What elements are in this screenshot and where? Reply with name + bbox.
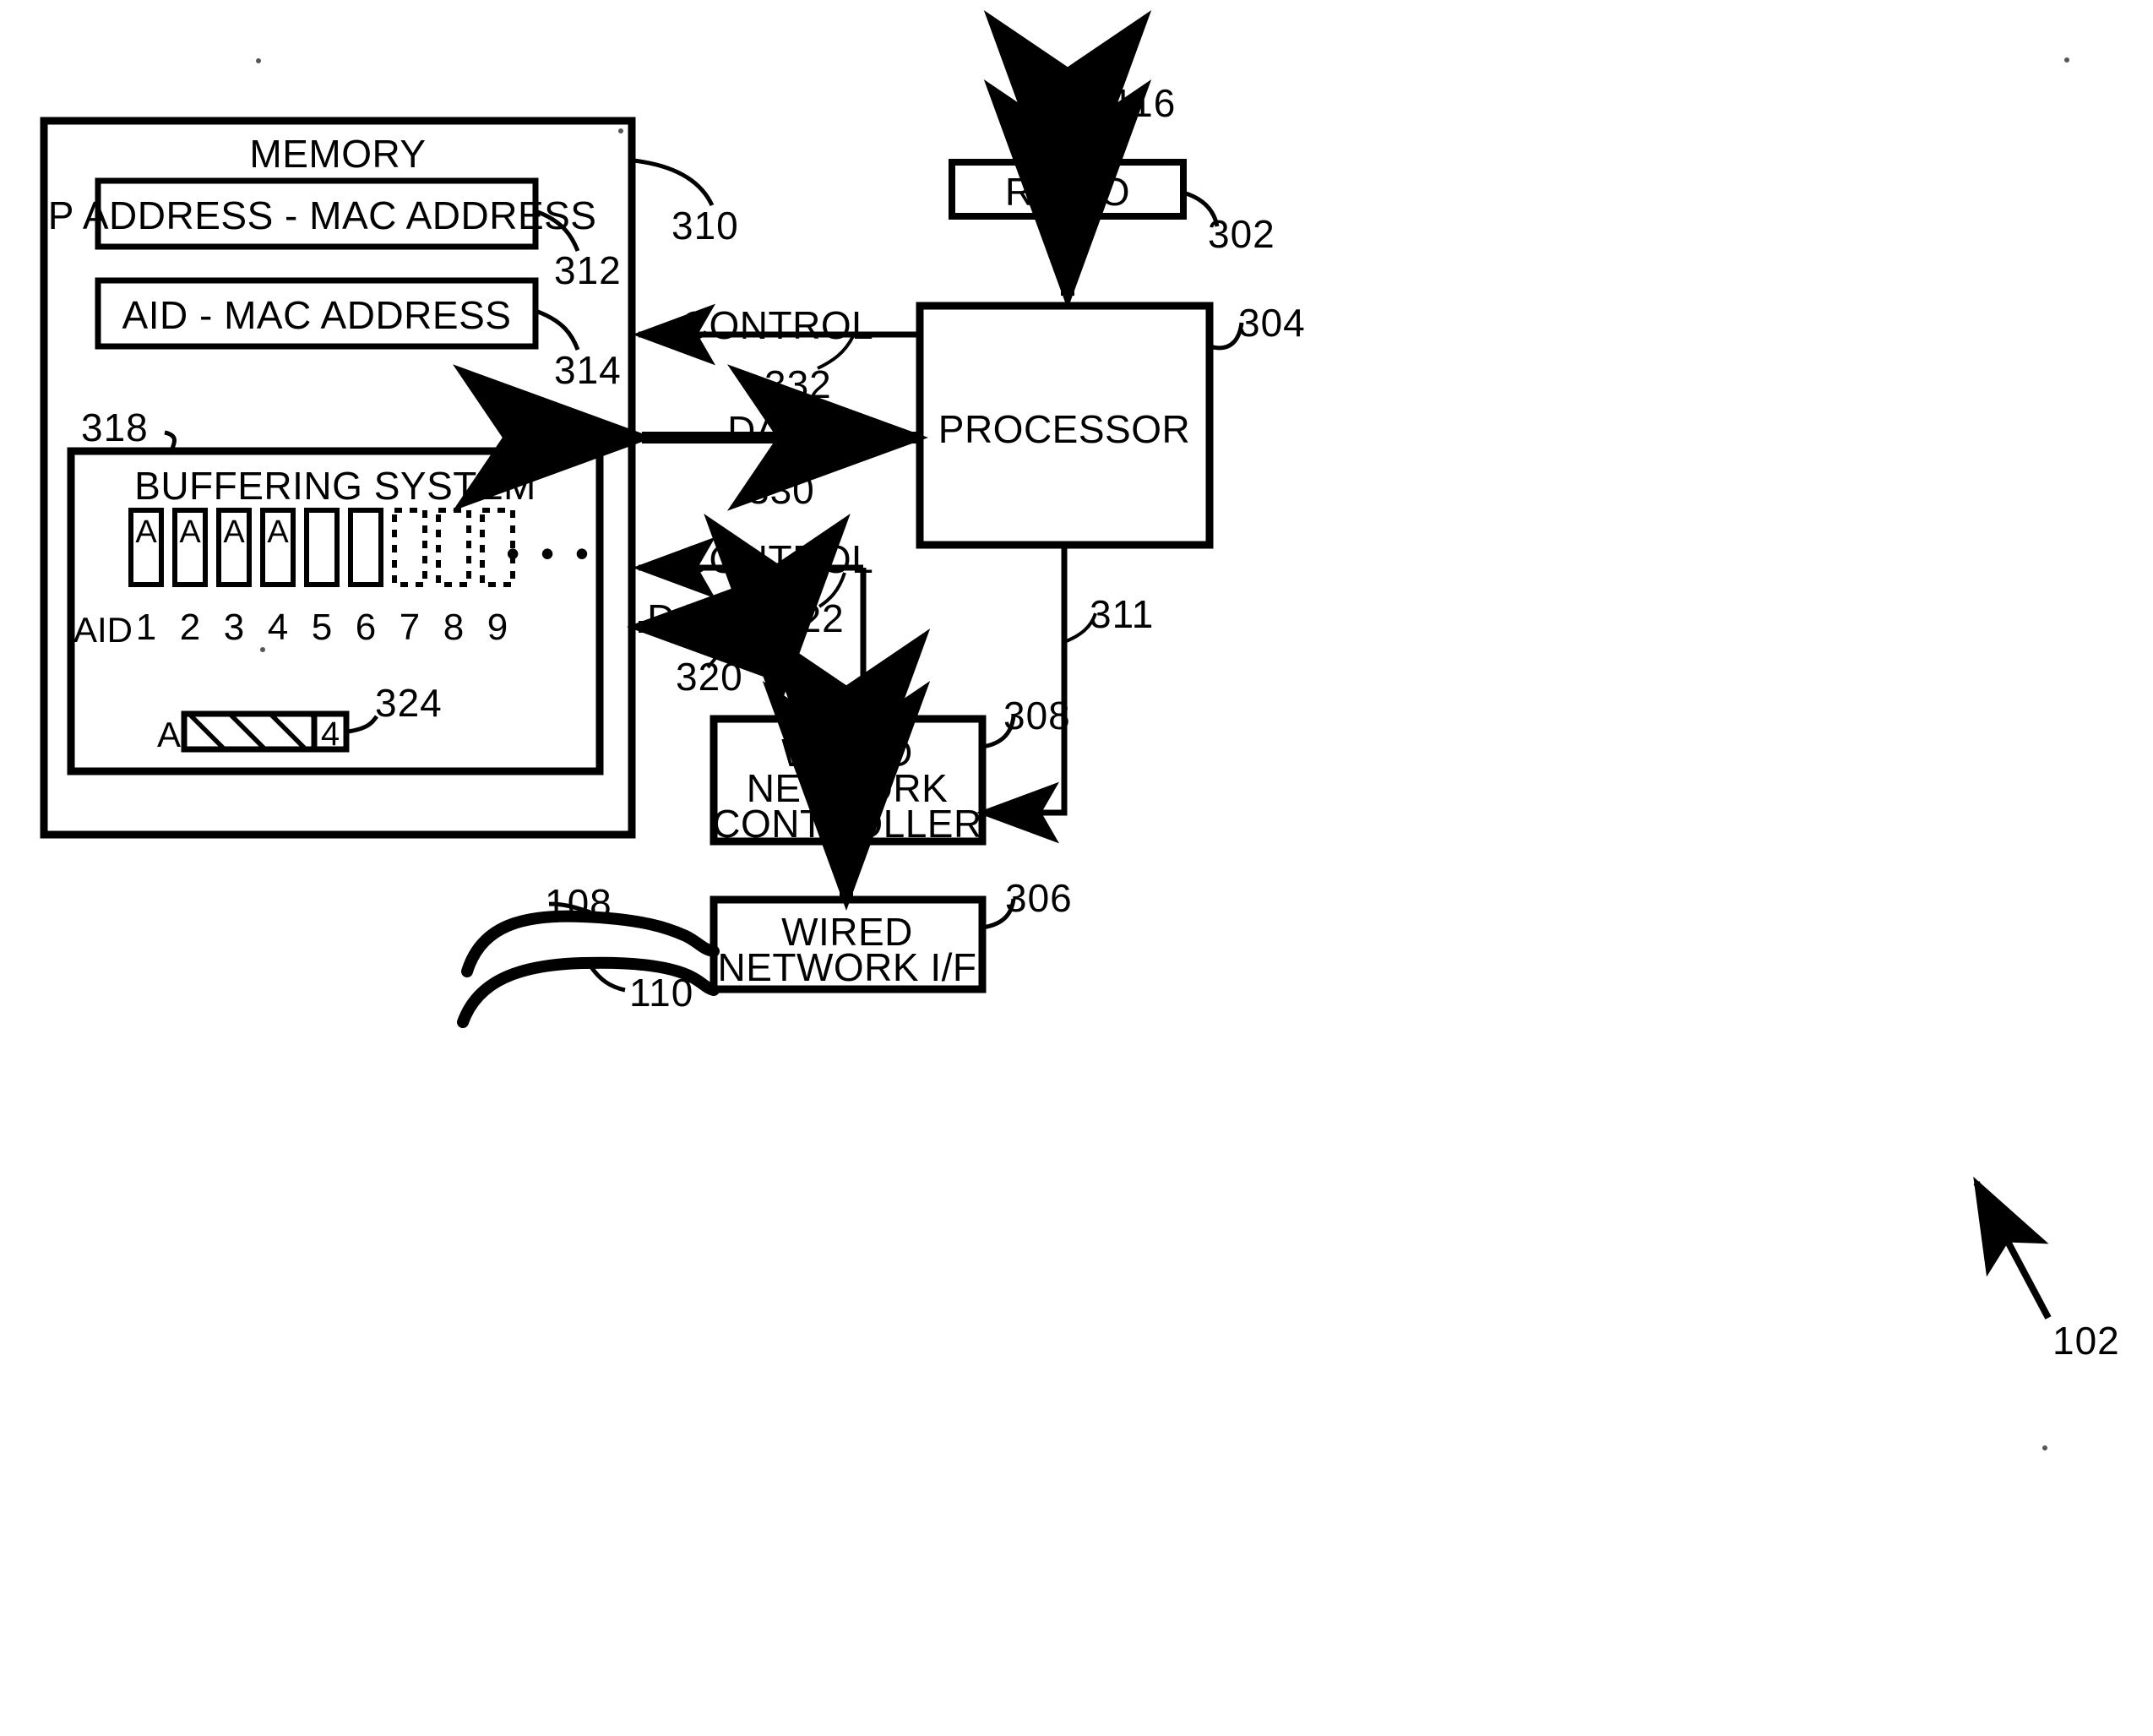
buffer-slot-content-3: A <box>223 514 245 550</box>
buffer-slot-index-1: 1 <box>135 607 157 648</box>
ref-102: 102 <box>2052 1319 2120 1363</box>
frame-aid-value: 4 <box>320 716 340 753</box>
ref-306: 306 <box>1005 876 1073 920</box>
ref-304: 304 <box>1238 301 1306 345</box>
ref-312: 312 <box>554 248 622 292</box>
wnif-label-line2: NETWORK I/F <box>717 945 977 989</box>
buffer-slot-index-7: 7 <box>399 607 421 648</box>
leader-116 <box>1069 110 1111 132</box>
leader-310 <box>633 158 715 207</box>
buffer-slot-index-4: 4 <box>267 607 289 648</box>
bus-control-322 <box>633 536 867 722</box>
buffer-slot-index-6: 6 <box>355 607 377 648</box>
bus-label-control-322: CONTROL <box>680 537 874 581</box>
buffer-slot-index-2: 2 <box>179 607 201 648</box>
leader-314 <box>535 308 580 351</box>
scan-speck <box>618 128 623 133</box>
antenna-graphic <box>1047 79 1089 162</box>
buffer-slot-index-8: 8 <box>443 607 465 648</box>
memory-title: MEMORY <box>249 132 427 176</box>
ref-330: 330 <box>748 468 815 512</box>
leader-304 <box>1209 322 1244 351</box>
buffering-system-title: BUFFERING SYSTEM <box>134 464 536 508</box>
buffer-slot-rects-solid <box>128 508 383 587</box>
buffer-slot-index-3: 3 <box>223 607 245 648</box>
radio-label: RADIO <box>1004 170 1131 214</box>
aid-mac-table-label: AID - MAC ADDRESS <box>122 293 512 337</box>
buffer-slot-content-2: A <box>179 514 201 550</box>
ref-318: 318 <box>81 405 149 449</box>
buffer-aid-label: AID <box>73 610 133 650</box>
buffer-ellipsis-icon: • • • <box>506 531 594 575</box>
ref-314: 314 <box>554 348 622 392</box>
scan-speck <box>2064 57 2069 63</box>
buffer-slot-content-1: A <box>135 514 157 550</box>
ref-324: 324 <box>375 681 443 725</box>
ref-108: 108 <box>545 881 612 925</box>
bus-label-data-320: DATA <box>647 596 747 640</box>
ref-322: 322 <box>777 596 845 640</box>
overall-ref-arrow <box>1973 1176 2052 1320</box>
bus-label-data-330: DATA <box>727 408 827 452</box>
ref-308: 308 <box>1003 694 1071 737</box>
buffer-slot-content-4: A <box>267 514 289 550</box>
ref-302: 302 <box>1208 212 1275 256</box>
frame-prefix-label: A <box>156 715 182 754</box>
processor-label: PROCESSOR <box>938 407 1191 451</box>
wnc-label-line3: CONTROLLER <box>712 802 982 846</box>
scan-speck <box>256 58 261 63</box>
ref-310: 310 <box>671 204 739 248</box>
ref-332: 332 <box>764 362 832 406</box>
ref-311: 311 <box>1090 592 1155 636</box>
bus-label-control-332: CONTROL <box>680 303 874 347</box>
scan-speck <box>260 647 265 652</box>
patent-figure: MEMORY IP ADDRESS - MAC ADDRESS AID - MA… <box>0 0 2153 1736</box>
buffer-slot-index-9: 9 <box>487 607 508 648</box>
ip-mac-table-label: IP ADDRESS - MAC ADDRESS <box>36 193 597 237</box>
ref-116: 116 <box>1112 81 1177 125</box>
ref-110: 110 <box>629 971 694 1015</box>
buffer-slot-index-5: 5 <box>311 607 333 648</box>
leader-324 <box>347 715 379 734</box>
ref-320: 320 <box>676 655 743 699</box>
diagram-vector-layer <box>40 10 2069 1450</box>
scan-speck <box>2042 1445 2047 1450</box>
buffer-slot-rects-dashed <box>392 508 515 587</box>
bus-311 <box>976 545 1097 844</box>
